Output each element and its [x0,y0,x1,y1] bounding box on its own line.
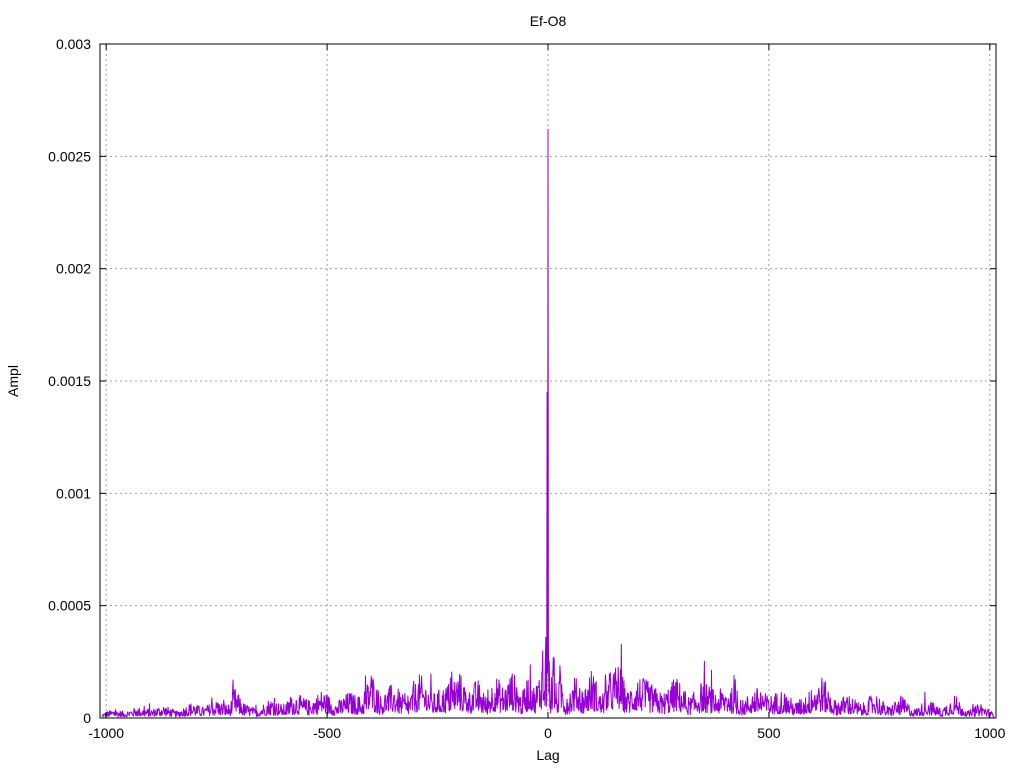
x-tick-label: -500 [313,725,341,741]
series-line-0 [101,128,995,718]
y-tick-label: 0.0015 [48,373,91,389]
axis-ticks: -1000 -500 0 500 1000 0 0.0005 0.001 0.0015 0.002… [48,36,1005,741]
plot-area [101,128,995,718]
x-tick-label: 1000 [974,725,1005,741]
y-tick-label: 0 [83,710,91,726]
y-tick-label: 0.0005 [48,598,91,614]
x-tick-label: 500 [757,725,781,741]
y-tick-label: 0.001 [56,485,91,501]
autocorrelation-chart: -1000 -500 0 500 1000 0 0.0005 0.001 0.0015 0.002… [5,13,1006,763]
chart-title: Ef-O8 [530,13,567,29]
y-tick-label: 0.002 [56,261,91,277]
x-axis-label: Lag [536,747,559,763]
x-tick-label: -1000 [88,725,124,741]
y-axis-label: Ampl [5,365,21,397]
y-tick-label: 0.0025 [48,148,91,164]
y-tick-label: 0.003 [56,36,91,52]
x-tick-label: 0 [544,725,552,741]
